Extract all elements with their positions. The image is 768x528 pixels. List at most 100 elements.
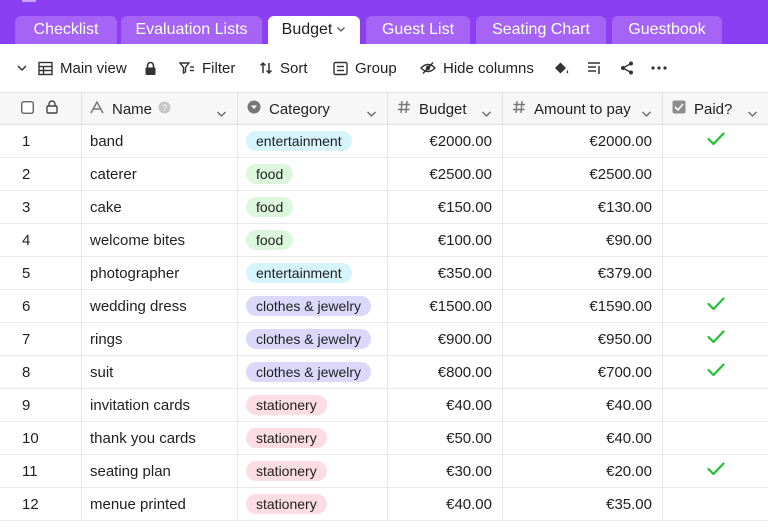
cell-name[interactable]: suit xyxy=(82,356,238,388)
cell-paid[interactable] xyxy=(663,488,768,520)
cell-budget[interactable]: €100.00 xyxy=(388,224,503,256)
cell-name[interactable]: rings xyxy=(82,323,238,355)
table-row[interactable]: 4 welcome bites food €100.00 €90.00 xyxy=(0,224,768,257)
cell-paid[interactable] xyxy=(663,323,768,355)
tab-checklist[interactable]: Checklist xyxy=(15,16,117,44)
cell-name[interactable]: invitation cards xyxy=(82,389,238,421)
cell-category[interactable]: entertainment xyxy=(238,125,388,157)
cell-paid[interactable] xyxy=(663,356,768,388)
cell-category[interactable]: food xyxy=(238,158,388,190)
cell-budget[interactable]: €40.00 xyxy=(388,488,503,520)
cell-category[interactable]: entertainment xyxy=(238,257,388,289)
table-row[interactable]: 7 rings clothes & jewelry €900.00 €950.00 xyxy=(0,323,768,356)
cell-name[interactable]: cake xyxy=(82,191,238,223)
filter-button[interactable]: Filter xyxy=(179,44,235,92)
cell-category[interactable]: clothes & jewelry xyxy=(238,290,388,322)
cell-amount[interactable]: €40.00 xyxy=(503,422,663,454)
hide-columns-button[interactable]: Hide columns xyxy=(420,44,534,92)
cell-paid[interactable] xyxy=(663,257,768,289)
cell-paid[interactable] xyxy=(663,389,768,421)
table-row[interactable]: 12 menue printed stationery €40.00 €35.00 xyxy=(0,488,768,521)
column-header-paid[interactable]: Paid? xyxy=(663,93,768,125)
column-header-name[interactable]: Name ? xyxy=(82,93,238,125)
table-row[interactable]: 6 wedding dress clothes & jewelry €1500.00 €… xyxy=(0,290,768,323)
cell-paid[interactable] xyxy=(663,191,768,223)
share-button[interactable] xyxy=(620,44,634,92)
cell-name[interactable]: thank you cards xyxy=(82,422,238,454)
tab-budget[interactable]: Budget xyxy=(268,16,360,44)
column-header-budget[interactable]: Budget xyxy=(388,93,503,125)
table-row[interactable]: 10 thank you cards stationery €50.00 €40.00 xyxy=(0,422,768,455)
cell-budget[interactable]: €800.00 xyxy=(388,356,503,388)
cell-name[interactable]: caterer xyxy=(82,158,238,190)
cell-amount[interactable]: €35.00 xyxy=(503,488,663,520)
cell-amount[interactable]: €1590.00 xyxy=(503,290,663,322)
cell-amount[interactable]: €700.00 xyxy=(503,356,663,388)
tab-guest-list[interactable]: Guest List xyxy=(366,16,470,44)
group-button[interactable]: Group xyxy=(333,44,397,92)
cell-name[interactable]: band xyxy=(82,125,238,157)
table-row[interactable]: 8 suit clothes & jewelry €800.00 €700.00 xyxy=(0,356,768,389)
cell-amount[interactable]: €130.00 xyxy=(503,191,663,223)
cell-name[interactable]: photographer xyxy=(82,257,238,289)
table-row[interactable]: 5 photographer entertainment €350.00 €379.00 xyxy=(0,257,768,290)
cell-budget[interactable]: €2500.00 xyxy=(388,158,503,190)
cell-budget[interactable]: €350.00 xyxy=(388,257,503,289)
cell-name[interactable]: wedding dress xyxy=(82,290,238,322)
more-options-button[interactable] xyxy=(651,44,667,92)
cell-name[interactable]: welcome bites xyxy=(82,224,238,256)
chevron-down-icon[interactable] xyxy=(336,16,346,44)
cell-amount[interactable]: €2000.00 xyxy=(503,125,663,157)
column-header-category[interactable]: Category xyxy=(238,93,388,125)
chevron-down-icon[interactable] xyxy=(641,105,652,122)
cell-budget[interactable]: €1500.00 xyxy=(388,290,503,322)
lock-view-button[interactable] xyxy=(144,44,157,92)
cell-paid[interactable] xyxy=(663,290,768,322)
cell-budget[interactable]: €30.00 xyxy=(388,455,503,487)
table-row[interactable]: 3 cake food €150.00 €130.00 xyxy=(0,191,768,224)
cell-amount[interactable]: €379.00 xyxy=(503,257,663,289)
cell-amount[interactable]: €2500.00 xyxy=(503,158,663,190)
cell-category[interactable]: stationery xyxy=(238,389,388,421)
select-all-checkbox[interactable] xyxy=(21,100,34,118)
chevron-down-icon[interactable] xyxy=(366,105,377,122)
chevron-down-icon[interactable] xyxy=(481,105,492,122)
table-row[interactable]: 9 invitation cards stationery €40.00 €40.00 xyxy=(0,389,768,422)
cell-paid[interactable] xyxy=(663,224,768,256)
cell-category[interactable]: food xyxy=(238,224,388,256)
help-icon[interactable]: ? xyxy=(158,101,171,118)
tab-evaluation-lists[interactable]: Evaluation Lists xyxy=(121,16,262,44)
cell-budget[interactable]: €50.00 xyxy=(388,422,503,454)
cell-paid[interactable] xyxy=(663,125,768,157)
cell-category[interactable]: stationery xyxy=(238,455,388,487)
cell-amount[interactable]: €40.00 xyxy=(503,389,663,421)
table-row[interactable]: 1 band entertainment €2000.00 €2000.00 xyxy=(0,125,768,158)
cell-budget[interactable]: €900.00 xyxy=(388,323,503,355)
cell-paid[interactable] xyxy=(663,422,768,454)
sort-button[interactable]: Sort xyxy=(259,44,308,92)
column-header-amount[interactable]: Amount to pay xyxy=(503,93,663,125)
cell-paid[interactable] xyxy=(663,455,768,487)
cell-name[interactable]: menue printed xyxy=(82,488,238,520)
cell-amount[interactable]: €90.00 xyxy=(503,224,663,256)
cell-budget[interactable]: €150.00 xyxy=(388,191,503,223)
table-row[interactable]: 11 seating plan stationery €30.00 €20.00 xyxy=(0,455,768,488)
chevron-down-icon[interactable] xyxy=(216,105,227,122)
color-rows-button[interactable] xyxy=(553,44,570,92)
tab-seating-chart[interactable]: Seating Chart xyxy=(476,16,606,44)
table-row[interactable]: 2 caterer food €2500.00 €2500.00 xyxy=(0,158,768,191)
view-switcher-button[interactable]: Main view xyxy=(16,44,127,92)
cell-amount[interactable]: €950.00 xyxy=(503,323,663,355)
cell-paid[interactable] xyxy=(663,158,768,190)
cell-budget[interactable]: €40.00 xyxy=(388,389,503,421)
cell-budget[interactable]: €2000.00 xyxy=(388,125,503,157)
row-height-button[interactable] xyxy=(587,44,601,92)
tab-guestbook[interactable]: Guestbook xyxy=(612,16,722,44)
cell-category[interactable]: food xyxy=(238,191,388,223)
cell-category[interactable]: clothes & jewelry xyxy=(238,356,388,388)
cell-category[interactable]: stationery xyxy=(238,422,388,454)
cell-category[interactable]: stationery xyxy=(238,488,388,520)
cell-category[interactable]: clothes & jewelry xyxy=(238,323,388,355)
cell-name[interactable]: seating plan xyxy=(82,455,238,487)
chevron-down-icon[interactable] xyxy=(747,105,758,122)
